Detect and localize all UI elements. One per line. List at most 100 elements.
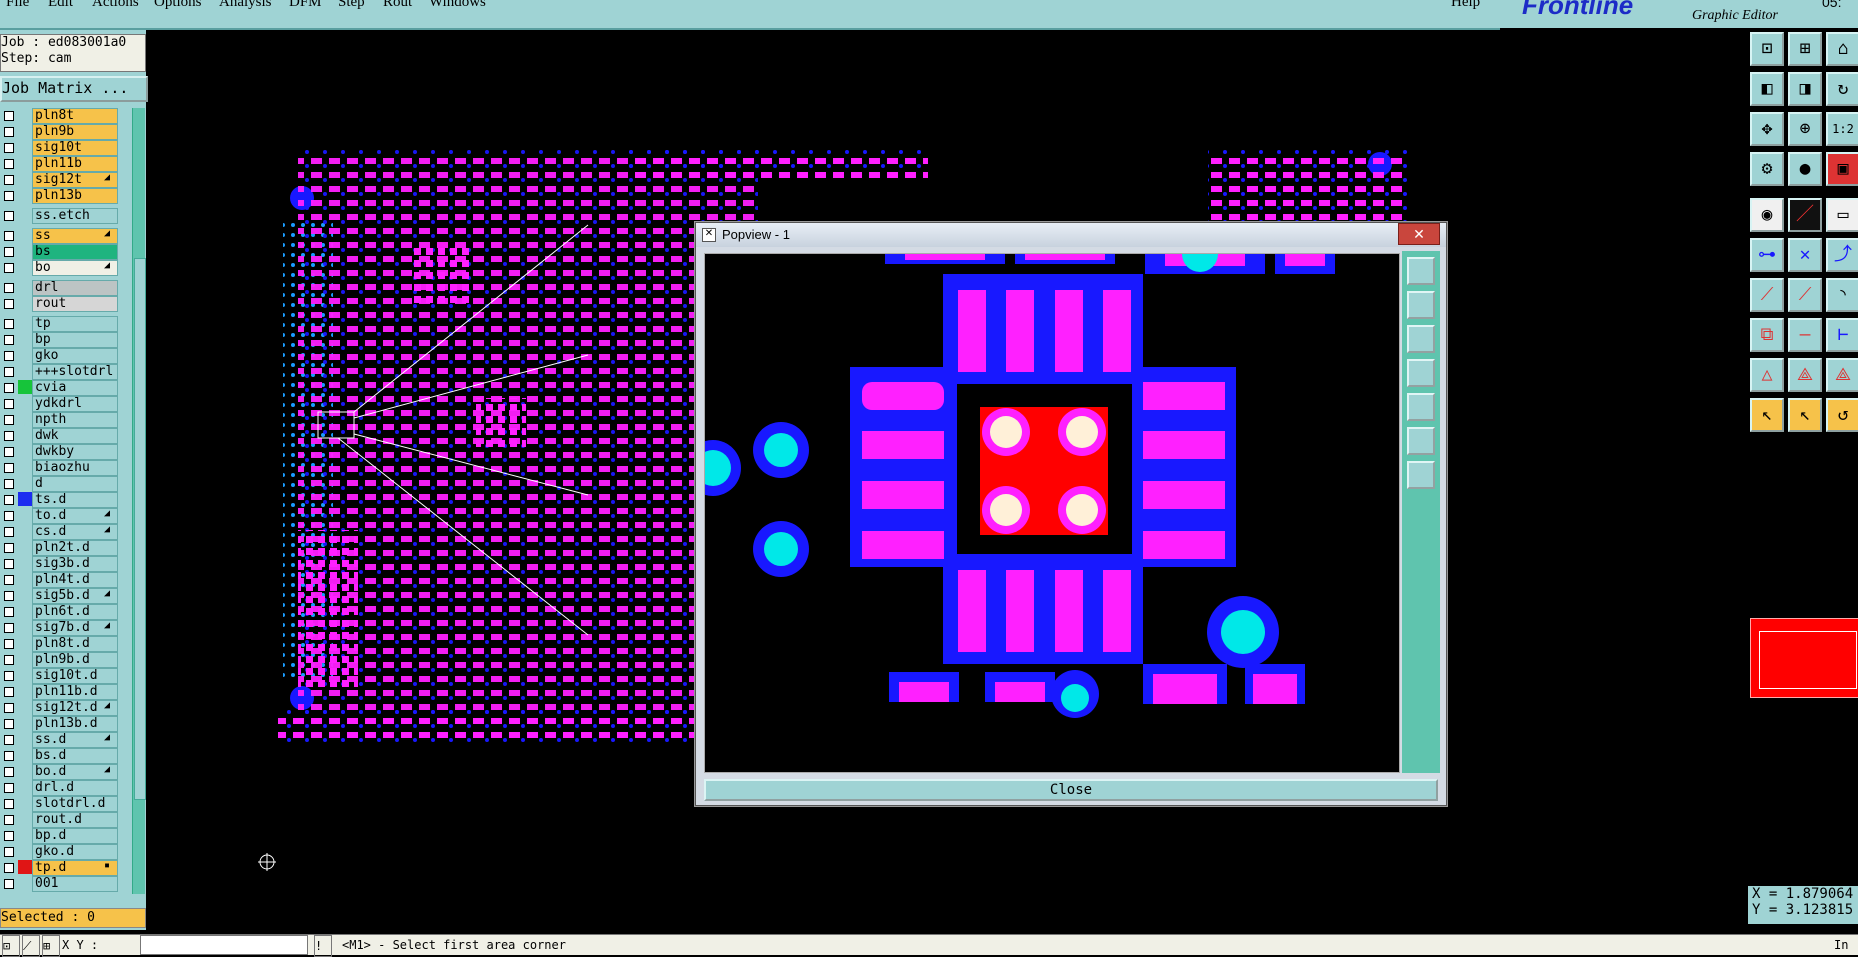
layer-checkbox[interactable] (4, 783, 14, 793)
layer-name[interactable]: drl.d (32, 780, 118, 796)
layer-name[interactable]: sig3b.d (32, 556, 118, 572)
menu-windows[interactable]: Windows (429, 0, 486, 11)
layer-row[interactable]: dwkby (0, 444, 132, 460)
layer-name[interactable]: drl (32, 280, 118, 296)
layer-color-swatch[interactable] (18, 244, 32, 258)
layer-checkbox[interactable] (4, 623, 14, 633)
layer-row[interactable]: sig10t.d (0, 668, 132, 684)
layer-checkbox[interactable] (4, 767, 14, 777)
layer-color-swatch[interactable] (18, 476, 32, 490)
layer-color-swatch[interactable] (18, 556, 32, 570)
layer-name[interactable]: pln9b.d (32, 652, 118, 668)
xy-input[interactable] (140, 935, 308, 955)
layer-checkbox[interactable] (4, 607, 14, 617)
layer-name[interactable]: pln9b (32, 124, 118, 140)
layer-color-swatch[interactable] (18, 296, 32, 310)
layer-name[interactable]: +++slotdrl (32, 364, 118, 380)
layer-scrollbar[interactable] (132, 108, 146, 894)
layer-color-swatch[interactable] (18, 156, 32, 170)
layer-color-swatch[interactable] (18, 208, 32, 222)
layer-checkbox[interactable] (4, 527, 14, 537)
popview-titlebar[interactable]: ✕ Popview - 1 ✕ (696, 223, 1446, 247)
zoom-in-icon[interactable]: ⊞ (1788, 32, 1822, 66)
layer-color-swatch[interactable] (18, 732, 32, 746)
layer-checkbox[interactable] (4, 671, 14, 681)
layer-name[interactable]: biaozhu (32, 460, 118, 476)
layer-color-swatch[interactable] (18, 492, 32, 506)
layer-row[interactable]: ts.d (0, 492, 132, 508)
layer-color-swatch[interactable] (18, 636, 32, 650)
layer-name[interactable]: bs (32, 244, 118, 260)
layer-row[interactable]: to.d ◢ (0, 508, 132, 524)
layer-checkbox[interactable] (4, 159, 14, 169)
layer-name[interactable]: pln13b (32, 188, 118, 204)
layer-row[interactable]: bp (0, 332, 132, 348)
menu-step[interactable]: Step (338, 0, 365, 11)
layer-color-swatch[interactable] (18, 508, 32, 522)
layer-row[interactable]: bo.d ◢ (0, 764, 132, 780)
layer-name[interactable]: pln11b.d (32, 684, 118, 700)
layer-color-swatch[interactable] (18, 700, 32, 714)
dim-icon[interactable]: ⊢ (1826, 318, 1858, 352)
layer-name[interactable]: rout.d (32, 812, 118, 828)
layer-color-swatch[interactable] (18, 396, 32, 410)
layer-color-swatch[interactable] (18, 684, 32, 698)
layer-checkbox[interactable] (4, 831, 14, 841)
layer-checkbox[interactable] (4, 263, 14, 273)
layer-color-swatch[interactable] (18, 604, 32, 618)
layer-name[interactable]: npth (32, 412, 118, 428)
scroll-thumb[interactable] (134, 258, 146, 800)
layer-color-swatch[interactable] (18, 444, 32, 458)
zoom-home-icon[interactable]: ⊡ (1750, 32, 1784, 66)
layer-name[interactable]: ts.d (32, 492, 118, 508)
layer-checkbox[interactable] (4, 799, 14, 809)
layer-name[interactable]: bs.d (32, 748, 118, 764)
layer-row[interactable]: pln4t.d (0, 572, 132, 588)
layer-row[interactable]: ss.etch (0, 208, 132, 224)
layer-name[interactable]: pln11b (32, 156, 118, 172)
layer-row[interactable]: 001 (0, 876, 132, 892)
arc-icon[interactable]: ◝ (1826, 278, 1858, 312)
draw-icon[interactable]: ／ (1788, 198, 1822, 232)
layer-checkbox[interactable] (4, 431, 14, 441)
menu-rout[interactable]: Rout (383, 0, 412, 11)
menu-analysis[interactable]: Analysis (219, 0, 272, 11)
layer-name[interactable]: pln2t.d (32, 540, 118, 556)
layer-name[interactable]: bp.d (32, 828, 118, 844)
layer-color-swatch[interactable] (18, 748, 32, 762)
layer-color-swatch[interactable] (18, 540, 32, 554)
layer-color-swatch[interactable] (18, 428, 32, 442)
layer-checkbox[interactable] (4, 543, 14, 553)
layer-name[interactable]: gko (32, 348, 118, 364)
layer-row[interactable]: pln13b (0, 188, 132, 204)
layer-row[interactable]: sig5b.d ◢ (0, 588, 132, 604)
layer-checkbox[interactable] (4, 719, 14, 729)
layer-name[interactable]: sig10t (32, 140, 118, 156)
layer-row[interactable]: pln8t (0, 108, 132, 124)
line2-icon[interactable]: ⟋ (1788, 278, 1822, 312)
layer-name[interactable]: pln8t.d (32, 636, 118, 652)
layer-row[interactable]: sig7b.d ◢ (0, 620, 132, 636)
layer-color-swatch[interactable] (18, 316, 32, 330)
layer-checkbox[interactable] (4, 399, 14, 409)
layer-name[interactable]: d (32, 476, 118, 492)
layer-checkbox[interactable] (4, 143, 14, 153)
layer-checkbox[interactable] (4, 283, 14, 293)
layer-checkbox[interactable] (4, 735, 14, 745)
layer-name[interactable]: cvia (32, 380, 118, 396)
triangle-icon[interactable]: △ (1750, 358, 1784, 392)
layer-row[interactable]: sig12t ◢ (0, 172, 132, 188)
layer-checkbox[interactable] (4, 383, 14, 393)
layer-checkbox[interactable] (4, 351, 14, 361)
layer-row[interactable]: ydkdrl (0, 396, 132, 412)
layer-row[interactable]: cs.d ◢ (0, 524, 132, 540)
layer-color-swatch[interactable] (18, 876, 32, 890)
layer-name[interactable]: dwk (32, 428, 118, 444)
layer-color-swatch[interactable] (18, 280, 32, 294)
layer-checkbox[interactable] (4, 495, 14, 505)
angle-icon[interactable]: ⟁ (1788, 358, 1822, 392)
layer-color-swatch[interactable] (18, 460, 32, 474)
layer-checkbox[interactable] (4, 655, 14, 665)
layer-checkbox[interactable] (4, 511, 14, 521)
layer-checkbox[interactable] (4, 319, 14, 329)
